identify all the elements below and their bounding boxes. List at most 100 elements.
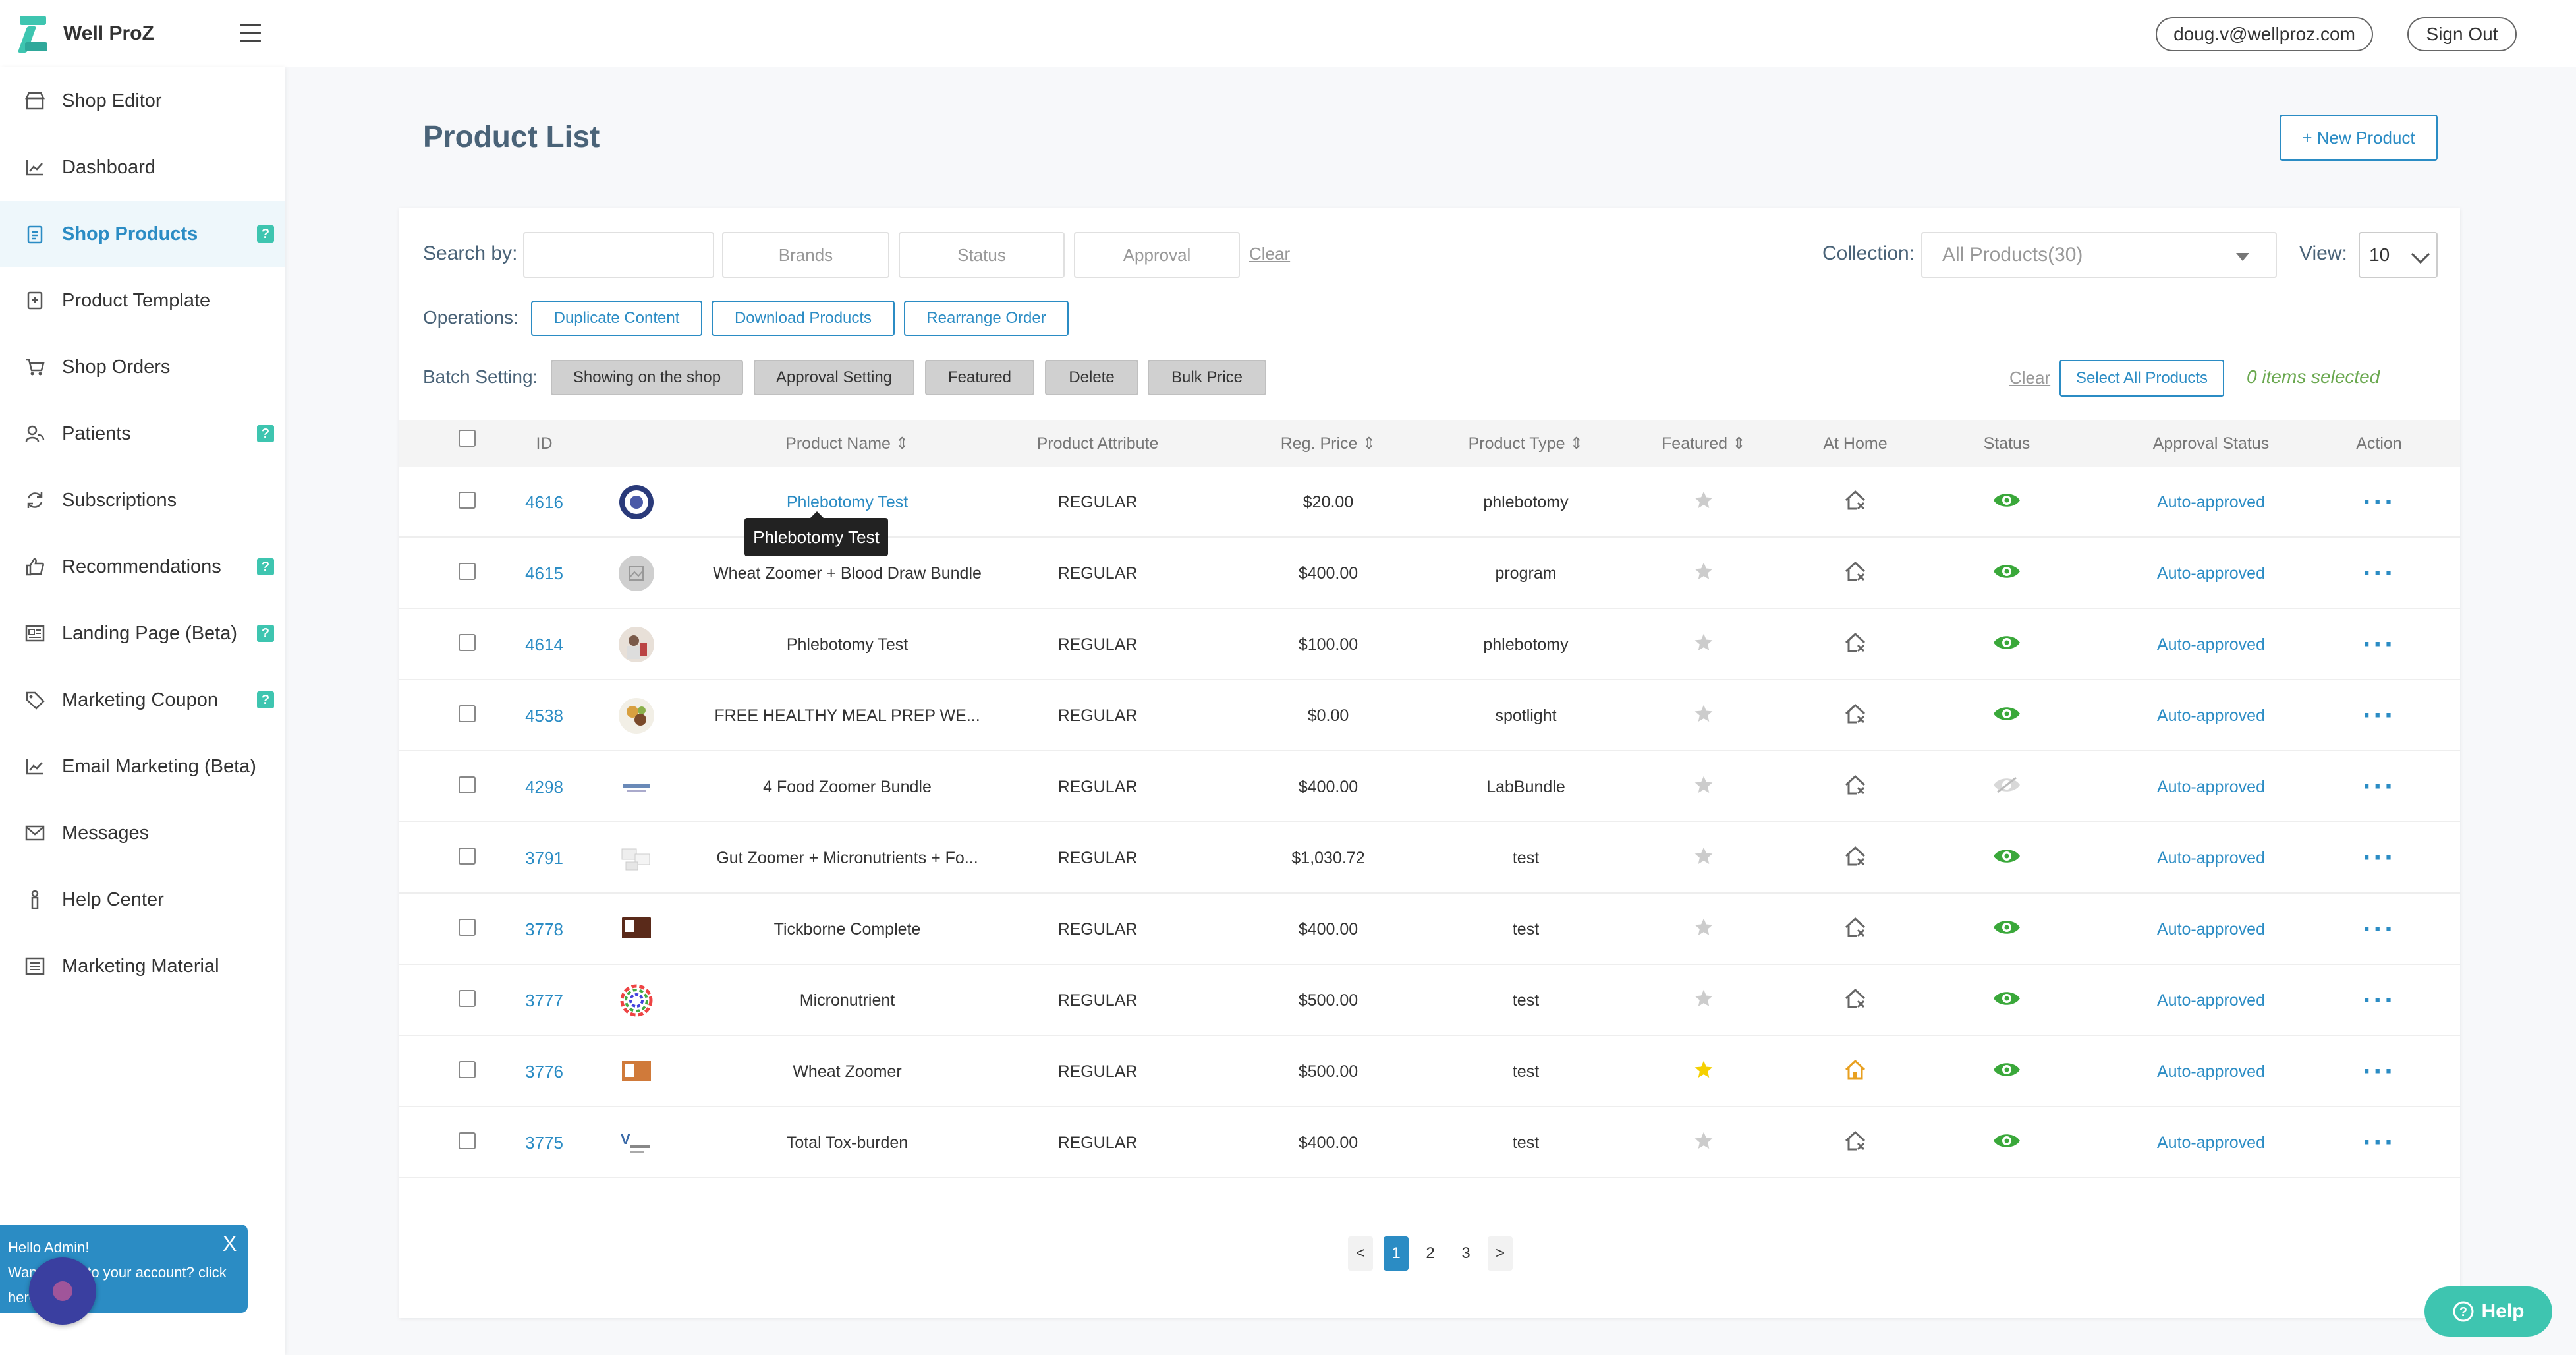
eye-icon[interactable] (1992, 562, 2021, 586)
row-checkbox[interactable] (459, 634, 476, 651)
rearrange-order-button[interactable]: Rearrange Order (904, 301, 1069, 336)
star-icon[interactable] (1693, 846, 1714, 871)
product-name[interactable]: Phlebotomy Test (787, 635, 908, 654)
more-actions-icon[interactable]: ··· (2363, 844, 2395, 873)
sidebar-item-recommendations[interactable]: Recommendations? (0, 534, 285, 600)
star-icon[interactable] (1693, 988, 1714, 1014)
user-email-button[interactable]: doug.v@wellproz.com (2156, 17, 2373, 51)
star-icon[interactable] (1693, 703, 1714, 729)
approval-filter[interactable]: Approval (1074, 232, 1240, 278)
sidebar-item-dashboard[interactable]: Dashboard (0, 134, 285, 200)
sign-out-button[interactable]: Sign Out (2407, 17, 2517, 51)
clear-filters-link[interactable]: Clear (1249, 244, 1290, 264)
page-1-button[interactable]: 1 (1384, 1236, 1409, 1271)
menu-toggle-icon[interactable] (240, 24, 261, 42)
approval-setting-button[interactable]: Approval Setting (754, 360, 914, 395)
product-id-link[interactable]: 3778 (525, 919, 563, 940)
sidebar-item-marketing-coupon[interactable]: Marketing Coupon? (0, 667, 285, 733)
product-name[interactable]: Phlebotomy Test (787, 493, 908, 512)
more-actions-icon[interactable]: ··· (2363, 1128, 2395, 1157)
page-3-button[interactable]: 3 (1453, 1236, 1478, 1271)
star-icon[interactable] (1693, 774, 1714, 800)
help-badge-icon[interactable]: ? (257, 425, 274, 442)
row-checkbox[interactable] (459, 848, 476, 865)
row-checkbox[interactable] (459, 492, 476, 509)
featured-button[interactable]: Featured (925, 360, 1034, 395)
home-off-icon[interactable] (1843, 702, 1867, 730)
page-2-button[interactable]: 2 (1418, 1236, 1443, 1271)
product-id-link[interactable]: 4615 (525, 563, 563, 584)
more-actions-icon[interactable]: ··· (2363, 630, 2395, 659)
sidebar-item-email-marketing-beta[interactable]: Email Marketing (Beta) (0, 734, 285, 799)
select-all-checkbox[interactable] (459, 430, 476, 447)
product-name[interactable]: 4 Food Zoomer Bundle (763, 778, 932, 797)
duplicate-content-button[interactable]: Duplicate Content (531, 301, 702, 336)
star-icon[interactable] (1693, 917, 1714, 942)
product-name[interactable]: Micronutrient (800, 991, 895, 1010)
eye-icon[interactable] (1992, 1131, 2021, 1155)
more-actions-icon[interactable]: ··· (2363, 488, 2395, 517)
select-all-products-button[interactable]: Select All Products (2059, 360, 2224, 397)
product-name[interactable]: Wheat Zoomer (793, 1062, 901, 1081)
row-checkbox[interactable] (459, 563, 476, 580)
product-id-link[interactable]: 3776 (525, 1062, 563, 1082)
sidebar-item-shop-editor[interactable]: Shop Editor (0, 68, 285, 134)
home-off-icon[interactable] (1843, 915, 1867, 944)
product-id-link[interactable]: 4616 (525, 492, 563, 513)
bulk-price-button[interactable]: Bulk Price (1148, 360, 1266, 395)
row-checkbox[interactable] (459, 990, 476, 1007)
help-badge-icon[interactable]: ? (257, 558, 274, 575)
row-checkbox[interactable] (459, 776, 476, 793)
more-actions-icon[interactable]: ··· (2363, 986, 2395, 1015)
sidebar-item-shop-orders[interactable]: Shop Orders (0, 334, 285, 400)
more-actions-icon[interactable]: ··· (2363, 559, 2395, 588)
row-checkbox[interactable] (459, 1132, 476, 1149)
clear-selection-link[interactable]: Clear (2009, 368, 2050, 388)
eye-off-icon[interactable] (1992, 775, 2021, 799)
help-badge-icon[interactable]: ? (257, 691, 274, 708)
collection-select[interactable]: All Products(30) (1921, 232, 2277, 278)
home-off-icon[interactable] (1843, 773, 1867, 801)
product-name[interactable]: Gut Zoomer + Micronutrients + Fo... (716, 849, 978, 868)
showing-on-shop-button[interactable]: Showing on the shop (551, 360, 743, 395)
home-off-icon[interactable] (1843, 1129, 1867, 1157)
sidebar-item-subscriptions[interactable]: Subscriptions (0, 467, 285, 533)
eye-icon[interactable] (1992, 989, 2021, 1013)
col-featured[interactable]: Featured ⇕ (1625, 420, 1783, 467)
search-input[interactable] (523, 232, 714, 278)
home-off-icon[interactable] (1843, 560, 1867, 588)
sidebar-item-product-template[interactable]: Product Template (0, 268, 285, 333)
sidebar-item-shop-products[interactable]: Shop Products? (0, 201, 285, 267)
more-actions-icon[interactable]: ··· (2363, 701, 2395, 730)
new-product-button[interactable]: + New Product (2280, 115, 2438, 161)
chat-bubble-icon[interactable] (29, 1257, 96, 1325)
home-off-icon[interactable] (1843, 488, 1867, 517)
col-product-type[interactable]: Product Type ⇕ (1427, 420, 1625, 467)
product-name[interactable]: Tickborne Complete (774, 920, 921, 939)
col-product-name[interactable]: Product Name ⇕ (715, 420, 979, 467)
star-filled-icon[interactable] (1693, 1059, 1714, 1085)
home-off-icon[interactable] (1843, 631, 1867, 659)
prev-page-button[interactable]: < (1348, 1236, 1373, 1271)
product-id-link[interactable]: 3777 (525, 991, 563, 1011)
eye-icon[interactable] (1992, 846, 2021, 871)
sidebar-item-help-center[interactable]: Help Center (0, 867, 285, 933)
sidebar-item-marketing-material[interactable]: Marketing Material (0, 933, 285, 999)
eye-icon[interactable] (1992, 633, 2021, 657)
row-checkbox[interactable] (459, 919, 476, 936)
app-logo[interactable]: Well ProZ (17, 13, 154, 54)
brands-filter[interactable]: Brands (722, 232, 889, 278)
status-filter[interactable]: Status (899, 232, 1065, 278)
star-icon[interactable] (1693, 1130, 1714, 1156)
product-name[interactable]: Wheat Zoomer + Blood Draw Bundle (713, 564, 982, 583)
help-badge-icon[interactable]: ? (257, 225, 274, 243)
more-actions-icon[interactable]: ··· (2363, 772, 2395, 801)
home-off-icon[interactable] (1843, 844, 1867, 873)
star-icon[interactable] (1693, 490, 1714, 515)
sidebar-item-landing-page-beta[interactable]: Landing Page (Beta)? (0, 600, 285, 666)
more-actions-icon[interactable]: ··· (2363, 915, 2395, 944)
eye-icon[interactable] (1992, 917, 2021, 942)
help-badge-icon[interactable]: ? (257, 625, 274, 642)
product-name[interactable]: Total Tox-burden (787, 1134, 908, 1153)
delete-button[interactable]: Delete (1045, 360, 1138, 395)
